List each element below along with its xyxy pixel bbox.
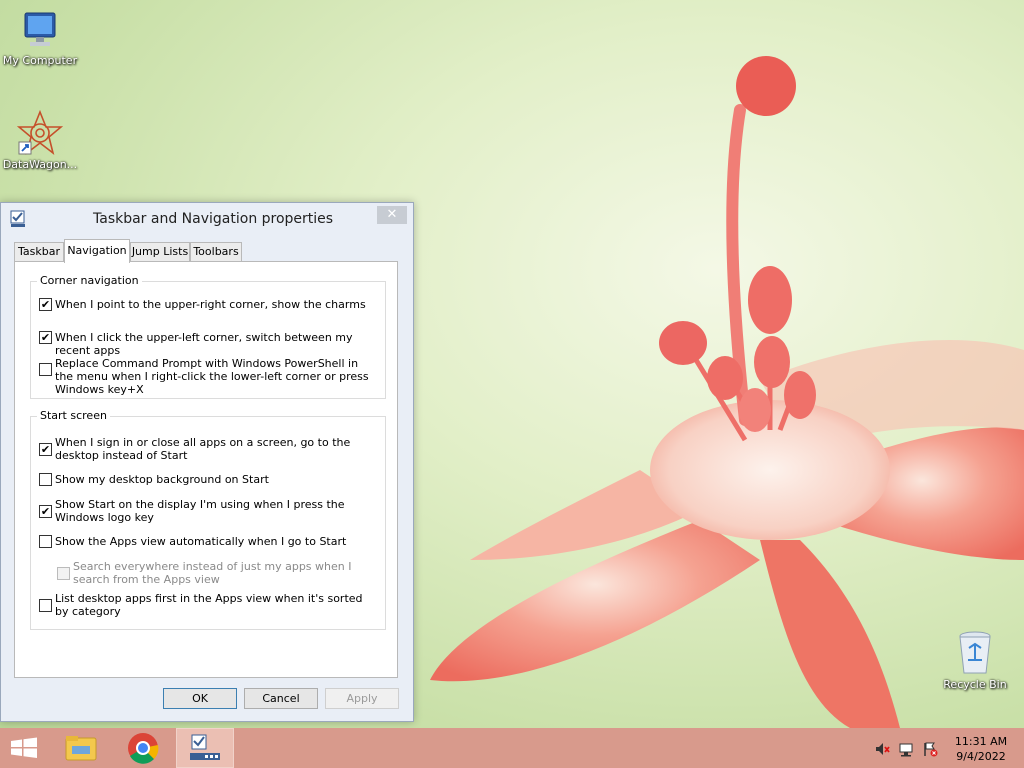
option-label: Show my desktop background on Start <box>55 473 269 486</box>
clock-date: 9/4/2022 <box>956 750 1006 763</box>
network-icon[interactable] <box>898 741 914 757</box>
system-clock[interactable]: 11:31 AM 9/4/2022 <box>950 734 1012 764</box>
action-center-flag-icon[interactable] <box>922 741 938 757</box>
windows-start-icon <box>11 737 37 758</box>
option-label: When I point to the upper-right corner, … <box>55 298 366 311</box>
start-button[interactable] <box>0 728 58 768</box>
option-label: Search everywhere instead of just my app… <box>73 560 352 586</box>
taskbar: 11:31 AM 9/4/2022 <box>0 728 1024 768</box>
ok-button[interactable]: OK <box>163 688 237 709</box>
file-explorer-button[interactable] <box>52 728 110 768</box>
checkbox[interactable] <box>39 599 52 612</box>
clock-time: 11:31 AM <box>954 735 1008 748</box>
corner-navigation-group: Corner navigation ✔ When I point to the … <box>30 274 386 399</box>
option-label: List desktop apps first in the Apps view… <box>55 592 363 618</box>
speaker-muted-icon[interactable] <box>874 741 890 757</box>
chrome-button[interactable] <box>114 728 172 768</box>
checkbox[interactable] <box>39 363 52 376</box>
start-screen-group: Start screen ✔ When I sign in or close a… <box>30 409 386 630</box>
checkbox <box>57 567 70 580</box>
navigation-tab-panel: Corner navigation ✔ When I point to the … <box>14 261 398 678</box>
desktop-icon-label: Recycle Bin <box>943 678 1007 691</box>
option-label: Show Start on the display I'm using when… <box>55 498 345 524</box>
option-label: Replace Command Prompt with Windows Powe… <box>55 357 369 396</box>
taskbar-properties-icon <box>190 734 220 760</box>
desktop-icon-label: DataWagon... <box>2 158 78 171</box>
tab-taskbar[interactable]: Taskbar <box>14 242 64 262</box>
datawagon-logo-icon <box>17 110 63 156</box>
apply-button[interactable]: Apply <box>325 688 399 709</box>
cancel-button[interactable]: Cancel <box>244 688 318 709</box>
desktop-icon-label: My Computer <box>2 54 78 67</box>
tab-jump-lists[interactable]: Jump Lists <box>130 242 190 262</box>
close-icon: ✕ <box>386 207 398 222</box>
option-label: Show the Apps view automatically when I … <box>55 535 347 548</box>
desktop-icon-recycle-bin[interactable]: Recycle Bin <box>935 630 1015 691</box>
tab-label: Jump Lists <box>131 245 189 258</box>
tab-toolbars[interactable]: Toolbars <box>190 242 242 262</box>
tab-label: Taskbar <box>18 245 60 258</box>
close-button[interactable]: ✕ <box>377 206 407 224</box>
group-title: Start screen <box>37 409 110 422</box>
checkbox[interactable]: ✔ <box>39 443 52 456</box>
desktop-icon-my-computer[interactable]: My Computer <box>0 10 80 67</box>
file-explorer-icon <box>65 736 97 761</box>
desktop-icon-datawagon[interactable]: DataWagon... <box>0 110 80 171</box>
group-title: Corner navigation <box>37 274 142 287</box>
checkbox[interactable] <box>39 473 52 486</box>
option-label: When I click the upper-left corner, swit… <box>55 331 353 357</box>
checkbox[interactable]: ✔ <box>39 331 52 344</box>
checkbox[interactable] <box>39 535 52 548</box>
chrome-icon <box>128 733 159 764</box>
taskbar-properties-button[interactable] <box>176 728 234 768</box>
option-label: When I sign in or close all apps on a sc… <box>55 436 351 462</box>
tab-label: Navigation <box>67 244 127 257</box>
recycle-bin-icon <box>959 631 991 674</box>
taskbar-properties-icon <box>10 210 25 227</box>
checkbox[interactable]: ✔ <box>39 505 52 518</box>
dialog-title: Taskbar and Navigation properties <box>93 211 334 227</box>
checkbox[interactable]: ✔ <box>39 298 52 311</box>
tab-navigation[interactable]: Navigation <box>64 239 130 263</box>
tab-label: Toolbars <box>193 245 239 258</box>
monitor-icon <box>24 12 56 46</box>
